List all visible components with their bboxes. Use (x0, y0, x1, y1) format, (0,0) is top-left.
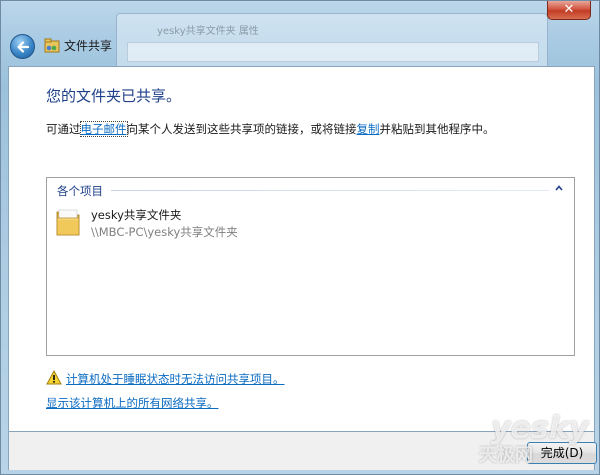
folder-icon (56, 209, 80, 236)
group-divider (111, 190, 549, 191)
shared-items-list[interactable]: 各个项目 yesky共享文件夹 \\MBC-PC\yesky共享文件夹 (46, 177, 575, 356)
close-icon: ✕ (563, 2, 575, 17)
background-window-tabs (127, 42, 539, 62)
warning-icon (46, 370, 62, 385)
close-button[interactable]: ✕ (547, 1, 591, 20)
watermark-logo: yesky 天极网 (471, 411, 596, 471)
group-header: 各个项目 (57, 184, 103, 198)
copy-link[interactable]: 复制 (357, 122, 380, 136)
sleep-warning-link[interactable]: 计算机处于睡眠状态时无法访问共享项目。 (66, 371, 285, 387)
window-frame: yesky共享文件夹 属性 ✕ 文件共享 您的文件夹已共享。 可通过电子邮件向某… (0, 0, 600, 475)
nav-title: 文件共享 (64, 39, 113, 53)
item-path: \\MBC-PC\yesky共享文件夹 (91, 225, 238, 239)
page-title: 您的文件夹已共享。 (46, 87, 182, 105)
desc-suffix: 并粘贴到其他程序中。 (379, 122, 495, 136)
desc-prefix: 可通过 (46, 122, 81, 136)
back-arrow-icon (17, 41, 30, 53)
show-all-shares-link[interactable]: 显示该计算机上的所有网络共享。 (46, 395, 219, 411)
file-sharing-icon (44, 38, 60, 53)
background-window-title: yesky共享文件夹 属性 (157, 26, 259, 37)
content-area: 您的文件夹已共享。 可通过电子邮件向某个人发送到这些共享项的链接，或将链接复制并… (8, 66, 595, 432)
item-name: yesky共享文件夹 (91, 208, 182, 222)
back-button[interactable] (10, 34, 35, 59)
collapse-icon[interactable] (554, 183, 564, 193)
desc-middle: 向某个人发送到这些共享项的链接，或将链接 (126, 122, 357, 136)
email-link[interactable]: 电子邮件 (79, 121, 128, 137)
share-description: 可通过电子邮件向某个人发送到这些共享项的链接，或将链接复制并粘贴到其他程序中。 (46, 121, 495, 137)
watermark-subtext: 天极网 (479, 445, 533, 466)
